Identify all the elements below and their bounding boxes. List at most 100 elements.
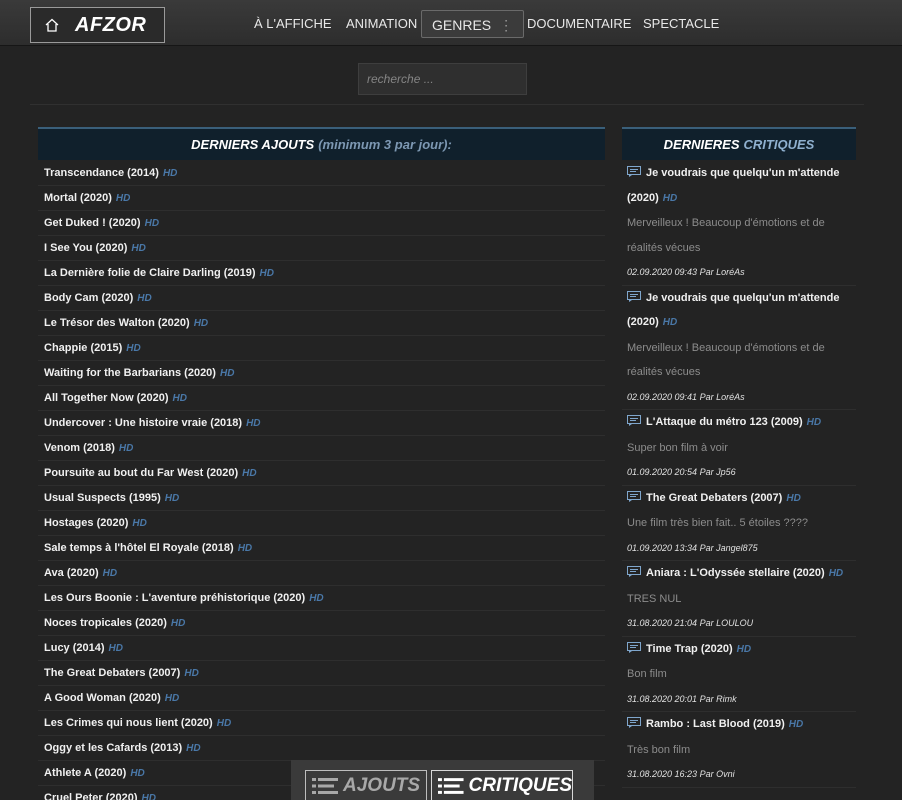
movie-title: All Together Now (2020) xyxy=(44,392,169,404)
hd-badge: HD xyxy=(216,718,232,729)
hd-badge: HD xyxy=(309,593,324,604)
movie-title: Transcendance (2014) xyxy=(44,167,159,179)
movie-title: Venom (2018) xyxy=(44,442,115,454)
movie-title: Get Duked ! (2020) xyxy=(44,217,141,229)
review-movie-title: Je voudrais que quelqu'un m'attende (202… xyxy=(627,291,840,329)
comment-icon xyxy=(627,162,641,177)
comment-icon xyxy=(627,287,641,302)
hd-badge: HD xyxy=(137,293,152,304)
latest-list: Transcendance (2014) HD Mortal (2020) HD Get… xyxy=(38,161,605,800)
list-item[interactable]: Ava (2020) HD xyxy=(38,561,605,586)
nav-spectacle[interactable]: SPECTACLE xyxy=(643,10,719,38)
review-movie-title: Rambo : Last Blood (2019) xyxy=(646,718,785,730)
review-movie-title: Aniara : L'Odyssée stellaire (2020) xyxy=(646,567,825,579)
movie-title: Lucy (2014) xyxy=(44,642,105,654)
hd-badge: HD xyxy=(108,643,123,654)
comment-icon xyxy=(627,411,641,426)
nav-documentaire[interactable]: DOCUMENTAIRE xyxy=(527,10,631,38)
list-item[interactable]: Usual Suspects (1995) HD xyxy=(38,486,605,511)
review-text: Bon film xyxy=(627,668,667,680)
hd-badge: HD xyxy=(164,693,180,704)
list-item[interactable]: Chappie (2015) HD xyxy=(38,336,605,361)
comment-icon xyxy=(627,638,641,653)
hd-badge: HD xyxy=(132,518,147,529)
tab-ajouts[interactable]: AJOUTS xyxy=(305,770,427,800)
list-item[interactable]: Le Trésor des Walton (2020) HD xyxy=(38,311,605,336)
review-item[interactable]: Je voudrais que quelqu'un m'attende (202… xyxy=(622,161,856,286)
list-item[interactable]: Venom (2018) HD xyxy=(38,436,605,461)
review-text: Une film très bien fait.. 5 étoiles ???? xyxy=(627,517,808,529)
review-item[interactable]: L'Attaque du métro 123 (2009) HD Super bon… xyxy=(622,410,856,486)
list-item[interactable]: Sale temps à l'hôtel El Royale (2018) HD xyxy=(38,536,605,561)
movie-title: The Great Debaters (2007) xyxy=(44,667,181,679)
movie-title: Chappie (2015) xyxy=(44,342,123,354)
review-title-line: L'Attaque du métro 123 (2009) HD xyxy=(627,410,851,436)
divider xyxy=(30,104,864,105)
list-item[interactable]: Oggy et les Cafards (2013) HD xyxy=(38,736,605,761)
review-meta: 01.09.2020 13:34 Par Jangel875 xyxy=(627,542,758,553)
list-item[interactable]: Noces tropicales (2020) HD xyxy=(38,611,605,636)
list-icon xyxy=(312,778,338,794)
movie-title: Ava (2020) xyxy=(44,567,99,579)
review-item[interactable]: Je voudrais que quelqu'un m'attende (202… xyxy=(622,286,856,410)
hd-badge: HD xyxy=(141,793,156,800)
tab-critiques[interactable]: CRITIQUES xyxy=(431,770,573,800)
list-item[interactable]: Les Ours Boonie : L'aventure préhistoriq… xyxy=(38,586,605,611)
review-text: Merveilleux ! Beaucoup d'émotions et de … xyxy=(627,341,825,379)
hd-badge: HD xyxy=(115,193,131,204)
review-item[interactable]: Time Trap (2020) HD Bon film 31.08.2020 20:… xyxy=(622,637,856,712)
list-icon xyxy=(438,778,464,794)
movie-title: Cruel Peter (2020) xyxy=(44,792,138,800)
review-title-line: Rambo : Last Blood (2019) HD xyxy=(627,712,851,738)
review-meta: 31.08.2020 16:23 Par Ovni xyxy=(627,769,735,779)
list-item[interactable]: La Dernière folie de Claire Darling (201… xyxy=(38,261,605,286)
review-text: Super bon film à voir xyxy=(627,441,728,454)
tab-critiques-label: CRITIQUES xyxy=(468,775,572,796)
comment-icon xyxy=(627,487,641,502)
hd-badge: HD xyxy=(126,343,141,354)
hd-badge: HD xyxy=(131,243,146,254)
list-item[interactable]: Undercover : Une histoire vraie (2018) HD xyxy=(38,411,605,436)
review-text: TRES NUL xyxy=(627,592,682,605)
reviews-list: Je voudrais que quelqu'un m'attende (202… xyxy=(622,161,856,788)
latest-title: DERNIERS AJOUTS xyxy=(191,137,315,152)
hd-badge: HD xyxy=(806,417,822,428)
review-meta: 01.09.2020 20:54 Par Jp56 xyxy=(627,467,736,477)
movie-title: Hostages (2020) xyxy=(44,517,129,529)
list-item[interactable]: Mortal (2020) HD xyxy=(38,186,605,211)
list-item[interactable]: Poursuite au bout du Far West (2020) HD xyxy=(38,461,605,486)
hd-badge: HD xyxy=(259,268,274,279)
list-item[interactable]: A Good Woman (2020) HD xyxy=(38,686,605,711)
home-logo-link[interactable]: AFZOR xyxy=(30,7,165,43)
list-item[interactable]: Les Crimes qui nous lient (2020) HD xyxy=(38,711,605,736)
review-item[interactable]: Aniara : L'Odyssée stellaire (2020) HD TRE… xyxy=(622,561,856,637)
list-item[interactable]: Body Cam (2020) HD xyxy=(38,286,605,311)
list-item[interactable]: Lucy (2014) HD xyxy=(38,636,605,661)
hd-badge: HD xyxy=(102,568,118,579)
list-item[interactable]: Transcendance (2014) HD xyxy=(38,161,605,186)
nav-genres-label: GENRES xyxy=(432,17,492,33)
list-item[interactable]: All Together Now (2020) HD xyxy=(38,386,605,411)
list-item[interactable]: Hostages (2020) HD xyxy=(38,511,605,536)
brand-name: AFZOR xyxy=(75,13,147,36)
hd-badge: HD xyxy=(186,743,201,754)
list-item[interactable]: Get Duked ! (2020) HD xyxy=(38,211,605,236)
search-input[interactable] xyxy=(358,63,527,95)
review-item[interactable]: The Great Debaters (2007) HD Une film très… xyxy=(622,486,856,561)
review-movie-title: The Great Debaters (2007) xyxy=(646,491,783,504)
review-item[interactable]: Rambo : Last Blood (2019) HD Très bon film… xyxy=(622,712,856,788)
movie-title: Les Crimes qui nous lient (2020) xyxy=(44,717,213,729)
nav-animation[interactable]: ANIMATION xyxy=(346,10,417,38)
nav-affiche[interactable]: À L'AFFICHE xyxy=(254,10,332,38)
review-title-line: Je voudrais que quelqu'un m'attende (202… xyxy=(627,286,851,336)
review-meta: 02.09.2020 09:43 Par LoréAs xyxy=(627,267,745,277)
list-item[interactable]: I See You (2020) HD xyxy=(38,236,605,261)
movie-title: Body Cam (2020) xyxy=(44,292,134,304)
review-movie-title: Time Trap (2020) xyxy=(646,642,733,655)
hd-badge: HD xyxy=(662,192,678,204)
hd-badge: HD xyxy=(144,218,160,229)
movie-title: Les Ours Boonie : L'aventure préhistoriq… xyxy=(44,592,306,604)
nav-genres-dropdown[interactable]: GENRES ⋮ xyxy=(421,10,525,38)
list-item[interactable]: Waiting for the Barbarians (2020) HD xyxy=(38,361,605,386)
list-item[interactable]: The Great Debaters (2007) HD xyxy=(38,661,605,686)
